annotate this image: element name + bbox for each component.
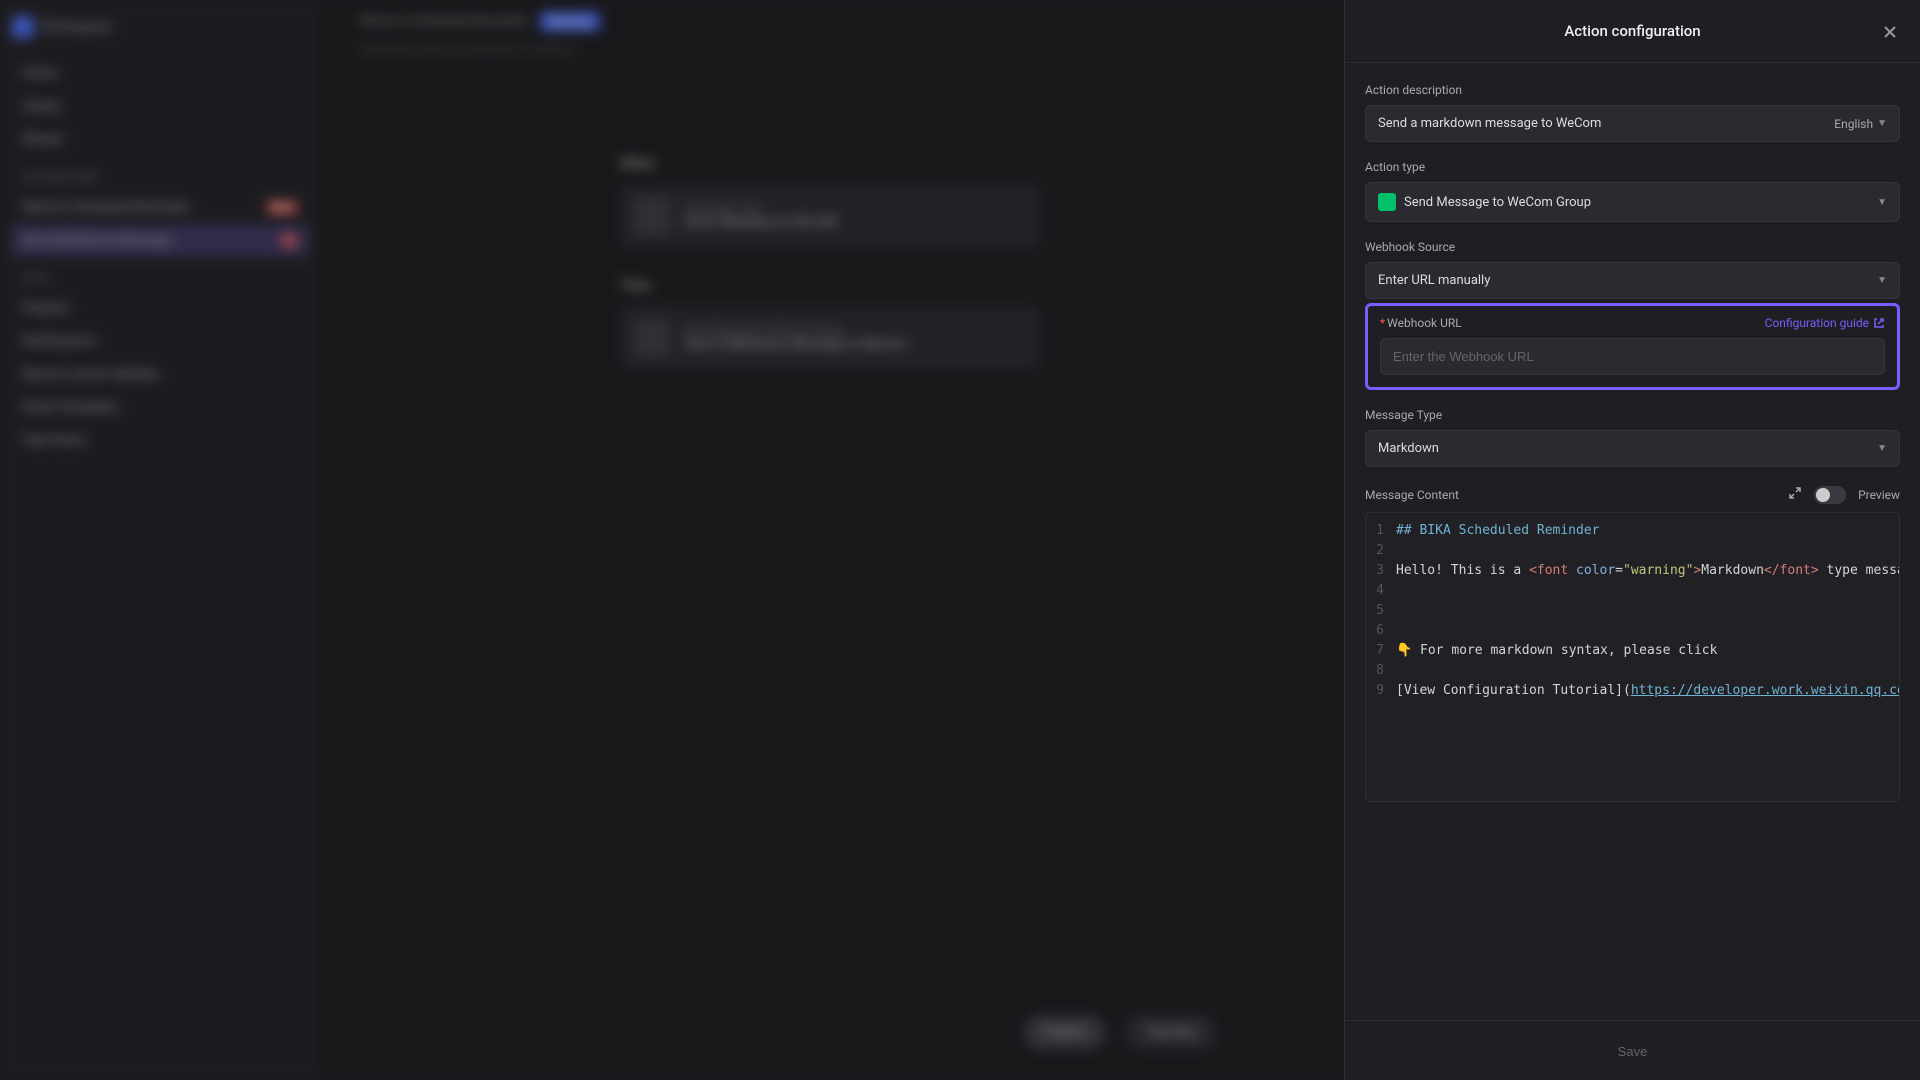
when-card[interactable]: Scheduled Time Every Weekday at 9:00 AM	[620, 184, 1040, 248]
sidebar-item-home[interactable]: Home	[12, 58, 308, 89]
action-config-panel: Action configuration Action description …	[1344, 0, 1920, 1080]
webhook-url-label: *Webhook URL	[1380, 316, 1462, 330]
sidebar-item-data-3[interactable]: Email Templates	[12, 392, 308, 423]
external-link-icon	[1873, 317, 1885, 329]
save-button[interactable]: Save	[1618, 1044, 1648, 1059]
expand-icon	[1788, 486, 1802, 500]
preview-label: Preview	[1858, 488, 1900, 502]
sidebar-item-shared[interactable]: Shared	[12, 124, 308, 155]
breadcrumb-title[interactable]: WeCom Scheduled Reminder	[360, 14, 528, 29]
preview-toggle[interactable]	[1814, 486, 1846, 504]
expand-button[interactable]	[1788, 485, 1802, 504]
webhook-source-value: Enter URL manually	[1378, 273, 1490, 288]
publish-button[interactable]: Publish	[1023, 1015, 1106, 1050]
configuration-guide-link[interactable]: Configuration guide	[1765, 316, 1885, 330]
panel-title: Action configuration	[1564, 22, 1700, 40]
then-card[interactable]: Send Message to WeCom Group Send a Markd…	[620, 306, 1040, 370]
sidebar-item-library[interactable]: Library	[12, 91, 308, 122]
chevron-down-icon: ▼	[1877, 197, 1887, 208]
clock-icon	[634, 198, 670, 234]
sidebar-item-auto-0[interactable]: WeCom Scheduled ReminderNew	[12, 192, 308, 223]
wecom-icon	[1378, 193, 1396, 211]
action-type-label: Action type	[1365, 160, 1900, 174]
message-icon	[634, 320, 670, 356]
action-description-field[interactable]: Send a markdown message to WeCom English…	[1365, 105, 1900, 142]
sidebar-item-data-2[interactable]: Recent Launch Updates	[12, 359, 308, 390]
webhook-source-select[interactable]: Enter URL manually ▼	[1365, 262, 1900, 299]
workspace-name: Workspace	[42, 19, 112, 35]
sidebar-item-auto-1[interactable]: Send Markdown Message1	[12, 225, 308, 256]
testrun-button[interactable]: Test Run	[1126, 1015, 1217, 1050]
message-type-select[interactable]: Markdown ▼	[1365, 430, 1900, 467]
chevron-down-icon: ▼	[1877, 118, 1887, 129]
sidebar-item-data-4[interactable]: Task Items	[12, 425, 308, 456]
sidebar-section-automations: Automations	[22, 171, 308, 184]
action-description-label: Action description	[1365, 83, 1900, 97]
sidebar-section-data: Data	[22, 272, 308, 285]
status-badge: Running	[540, 12, 600, 31]
chevron-down-icon: ▼	[1877, 275, 1887, 286]
webhook-url-input[interactable]	[1380, 338, 1885, 375]
message-content-label: Message Content	[1365, 488, 1459, 502]
message-content-editor[interactable]: 1## BIKA Scheduled Reminder 2 3Hello! Th…	[1365, 512, 1900, 802]
action-type-select[interactable]: Send Message to WeCom Group ▼	[1365, 182, 1900, 222]
sidebar-item-data-1[interactable]: Notifications	[12, 326, 308, 357]
action-type-value: Send Message to WeCom Group	[1404, 195, 1591, 210]
close-button[interactable]	[1880, 22, 1900, 42]
message-type-value: Markdown	[1378, 441, 1439, 456]
close-icon	[1880, 22, 1900, 42]
workspace-logo	[12, 16, 34, 38]
sidebar: Workspace Home Library Shared Automation…	[0, 0, 320, 1080]
sidebar-item-data-0[interactable]: Projects	[12, 293, 308, 324]
message-type-label: Message Type	[1365, 408, 1900, 422]
action-description-value: Send a markdown message to WeCom	[1378, 116, 1601, 131]
language-selector[interactable]: English ▼	[1834, 117, 1887, 131]
chevron-down-icon: ▼	[1877, 443, 1887, 454]
webhook-url-highlight: *Webhook URL Configuration guide	[1365, 303, 1900, 390]
webhook-source-label: Webhook Source	[1365, 240, 1900, 254]
